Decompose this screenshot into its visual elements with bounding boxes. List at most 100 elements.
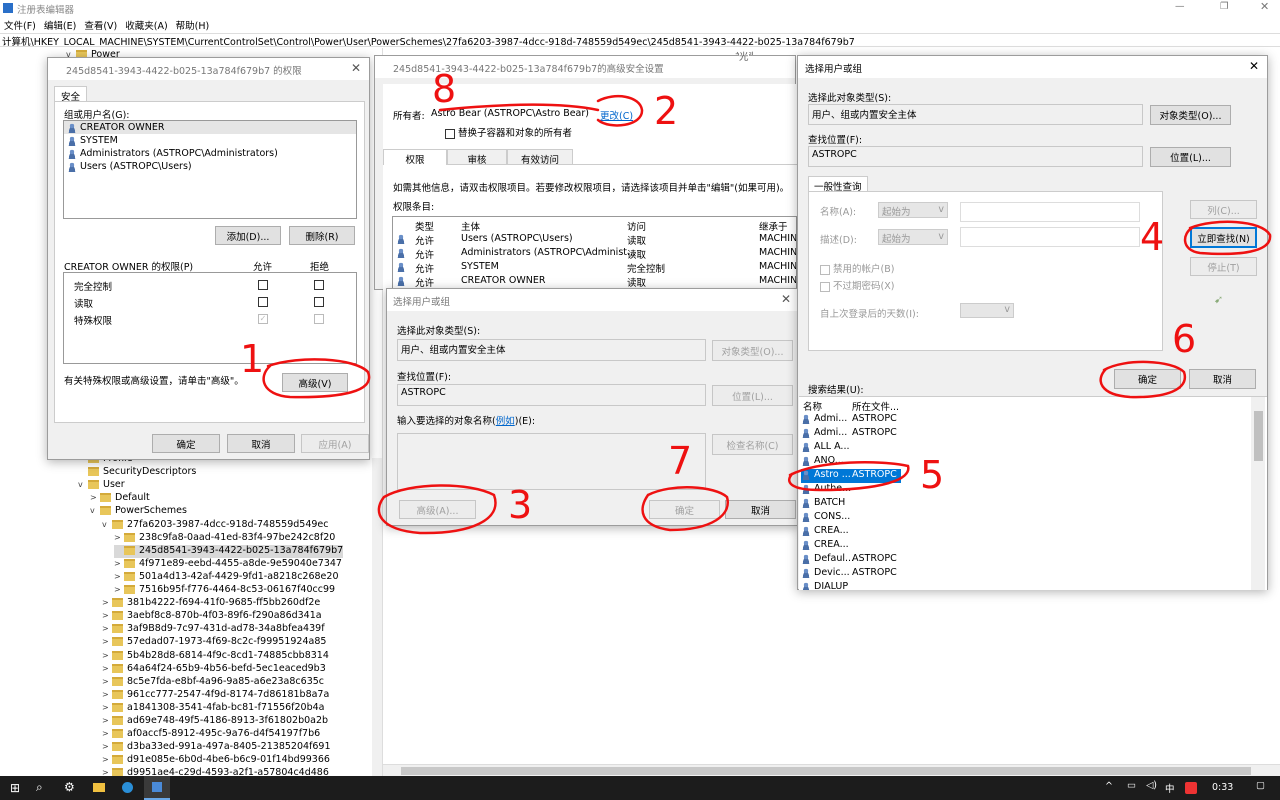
name-starts-select[interactable]: 起始为 v: [878, 202, 948, 218]
allow-checkbox[interactable]: [258, 280, 268, 290]
advanced-button[interactable]: 高级(V): [282, 373, 348, 392]
results-scrollbar[interactable]: [1251, 397, 1265, 590]
name-query-input[interactable]: [960, 202, 1140, 222]
tree-node[interactable]: v PowerSchemes: [90, 505, 187, 518]
disabled-accounts-checkbox[interactable]: 禁用的帐户(B): [820, 261, 894, 275]
expand-icon[interactable]: >: [102, 598, 112, 607]
examples-link[interactable]: 例如: [496, 416, 515, 427]
object-names-input[interactable]: [397, 433, 706, 490]
table-row[interactable]: CREA...: [801, 539, 901, 553]
cancel-button[interactable]: 取消: [725, 500, 796, 519]
tree-node[interactable]: > d91e085e-6b0d-4be6-b6c9-01f14bd99366: [102, 754, 330, 767]
table-row[interactable]: Devic... ASTROPC: [801, 567, 901, 581]
close-icon[interactable]: ✕: [781, 292, 791, 306]
tree-node[interactable]: >57edad07-1973-4f69-8c2c-f99951924a85: [102, 636, 326, 649]
list-item[interactable]: Administrators (ASTROPC\Administrators): [64, 147, 356, 160]
list-item[interactable]: SYSTEM: [64, 134, 356, 147]
apply-button[interactable]: 应用(A): [301, 434, 369, 453]
expand-icon[interactable]: >: [102, 742, 112, 751]
add-button[interactable]: 添加(D)...: [215, 226, 281, 245]
col-access[interactable]: 访问: [627, 219, 646, 233]
expand-icon[interactable]: >: [102, 637, 112, 646]
expand-icon[interactable]: >: [102, 664, 112, 673]
tab-audit[interactable]: 审核: [447, 149, 507, 166]
desc-starts-select[interactable]: 起始为 v: [878, 229, 948, 245]
expand-icon[interactable]: v: [90, 506, 100, 515]
table-row[interactable]: Astro ... ASTROPC: [801, 469, 901, 483]
start-icon[interactable]: ⊞: [10, 781, 20, 795]
expand-icon[interactable]: >: [114, 572, 124, 581]
expand-icon[interactable]: >: [102, 677, 112, 686]
expand-icon[interactable]: >: [102, 651, 112, 660]
table-row[interactable]: ANO...: [801, 455, 901, 469]
find-now-button[interactable]: 立即查找(N): [1190, 227, 1257, 248]
expand-icon[interactable]: >: [102, 703, 112, 712]
expand-icon[interactable]: >: [114, 533, 124, 542]
network-icon[interactable]: ▭: [1127, 780, 1136, 791]
table-row[interactable]: CREA...: [801, 525, 901, 539]
ok-button[interactable]: 确定: [649, 500, 720, 519]
col-inherited[interactable]: 继承于: [759, 219, 788, 233]
menu-edit[interactable]: 编辑(E): [44, 16, 76, 32]
expand-icon[interactable]: >: [102, 755, 112, 764]
table-row[interactable]: Admi... ASTROPC: [801, 427, 901, 441]
allow-checkbox[interactable]: ✓: [258, 314, 268, 324]
desc-query-input[interactable]: [960, 227, 1140, 247]
tree-node[interactable]: v User: [78, 479, 125, 492]
days-select[interactable]: v: [960, 303, 1014, 318]
tree-node[interactable]: >8c5e7fda-e8bf-4a96-9a85-a6e23a8c635c: [102, 676, 324, 689]
locations-button[interactable]: 位置(L)...: [1150, 147, 1231, 167]
tree-node[interactable]: >961cc777-2547-4f9d-8174-7d86181b8a7a: [102, 689, 329, 702]
col-type[interactable]: 类型: [415, 219, 434, 233]
table-row[interactable]: CONS...: [801, 511, 901, 525]
advanced-search-button[interactable]: 高级(A)...: [399, 500, 476, 519]
tree-node[interactable]: > af0accf5-8912-495c-9a76-d4f54197f7b6: [102, 728, 320, 741]
expand-icon[interactable]: >: [90, 493, 100, 502]
object-types-button[interactable]: 对象类型(O)...: [1150, 105, 1231, 125]
tree-node[interactable]: > Default: [90, 492, 150, 505]
menu-file[interactable]: 文件(F): [4, 16, 36, 32]
volume-icon[interactable]: ◁): [1146, 780, 1157, 791]
tree-node[interactable]: > d3ba33ed-991a-497a-8405-21385204f691: [102, 741, 331, 754]
ime-indicator[interactable]: 中: [1165, 781, 1175, 795]
non-expiring-checkbox[interactable]: 不过期密码(X): [820, 278, 894, 292]
h-scrollbar[interactable]: [383, 764, 1280, 776]
close-icon[interactable]: ✕: [1249, 59, 1259, 73]
table-row[interactable]: Authe...: [801, 483, 901, 497]
tree-node[interactable]: >4f971e89-eebd-4455-a8de-9e59040e7347: [114, 558, 342, 571]
table-row[interactable]: Admi... ASTROPC: [801, 413, 901, 427]
close-icon[interactable]: ✕: [1260, 0, 1269, 13]
tree-node[interactable]: >238c9fa8-0aad-41ed-83f4-97be242c8f20: [114, 532, 335, 545]
table-row[interactable]: Defaul... ASTROPC: [801, 553, 901, 567]
expand-icon[interactable]: >: [102, 690, 112, 699]
columns-button[interactable]: 列(C)...: [1190, 200, 1257, 219]
tree-node[interactable]: > ad69e748-49f5-4186-8913-3f61802b0a2b: [102, 715, 328, 728]
tab-effective-access[interactable]: 有效访问: [507, 149, 573, 166]
expand-icon[interactable]: >: [102, 611, 112, 620]
tree-node[interactable]: >501a4d13-42af-4429-9fd1-a8218c268e20: [114, 571, 339, 584]
maximize-icon[interactable]: ❐: [1220, 1, 1229, 12]
address-bar[interactable]: 计算机\HKEY_LOCAL_MACHINE\SYSTEM\CurrentCon…: [0, 33, 1280, 47]
tray-up-icon[interactable]: ^: [1105, 781, 1113, 792]
menu-help[interactable]: 帮助(H): [176, 16, 210, 32]
allow-checkbox[interactable]: [258, 297, 268, 307]
expand-icon[interactable]: v: [102, 520, 112, 529]
notification-icon[interactable]: ▢: [1256, 780, 1265, 791]
expand-icon[interactable]: >: [102, 729, 112, 738]
tree-node[interactable]: >3aebf8c8-870b-4f03-89f6-f290a86d341a: [102, 610, 322, 623]
expand-icon[interactable]: >: [114, 559, 124, 568]
remove-button[interactable]: 删除(R): [289, 226, 355, 245]
tree-node[interactable]: SecurityDescriptors: [78, 466, 196, 479]
regedit-task-icon[interactable]: [144, 776, 170, 800]
check-names-button[interactable]: 检查名称(C): [712, 434, 793, 455]
minimize-icon[interactable]: —: [1175, 1, 1185, 12]
col-folder[interactable]: 所在文件...: [852, 399, 899, 413]
deny-checkbox[interactable]: [314, 297, 324, 307]
col-principal[interactable]: 主体: [461, 219, 480, 233]
ok-button[interactable]: 确定: [152, 434, 220, 453]
tree-node[interactable]: v 27fa6203-3987-4dcc-918d-748559d549ec: [102, 519, 329, 532]
table-row[interactable]: DIALUP: [801, 581, 901, 590]
cancel-button[interactable]: 取消: [1189, 369, 1256, 389]
deny-checkbox[interactable]: [314, 314, 324, 324]
menu-favorites[interactable]: 收藏夹(A): [125, 16, 167, 32]
